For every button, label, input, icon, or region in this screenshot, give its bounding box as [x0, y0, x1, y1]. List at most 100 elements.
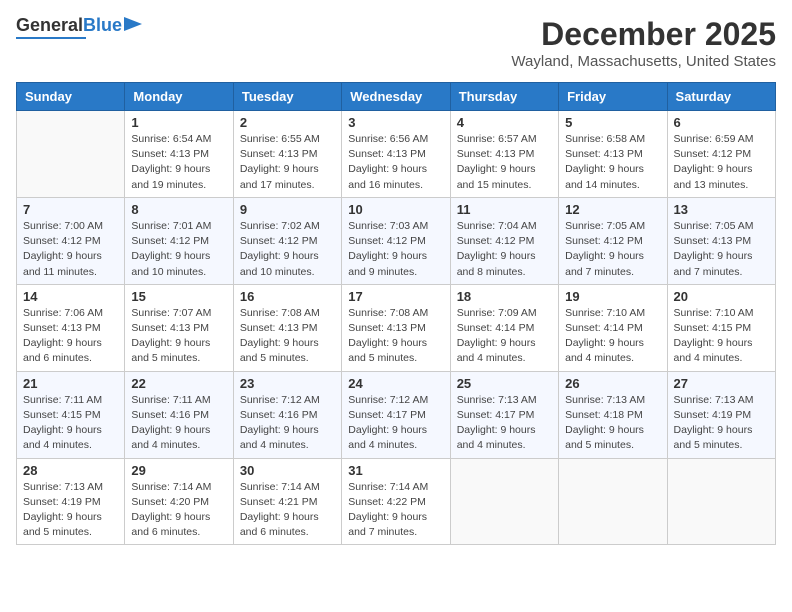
calendar-cell: 16Sunrise: 7:08 AMSunset: 4:13 PMDayligh…	[233, 284, 341, 371]
day-info: Sunrise: 7:05 AMSunset: 4:13 PMDaylight:…	[674, 219, 769, 280]
day-info: Sunrise: 7:01 AMSunset: 4:12 PMDaylight:…	[131, 219, 226, 280]
day-number: 26	[565, 376, 660, 391]
calendar-cell: 30Sunrise: 7:14 AMSunset: 4:21 PMDayligh…	[233, 458, 341, 545]
calendar-cell: 1Sunrise: 6:54 AMSunset: 4:13 PMDaylight…	[125, 111, 233, 198]
day-info: Sunrise: 7:02 AMSunset: 4:12 PMDaylight:…	[240, 219, 335, 280]
day-info: Sunrise: 7:12 AMSunset: 4:16 PMDaylight:…	[240, 393, 335, 454]
day-number: 27	[674, 376, 769, 391]
calendar-cell: 18Sunrise: 7:09 AMSunset: 4:14 PMDayligh…	[450, 284, 558, 371]
weekday-header: Friday	[559, 83, 667, 111]
day-info: Sunrise: 6:56 AMSunset: 4:13 PMDaylight:…	[348, 132, 443, 193]
calendar-header-row: SundayMondayTuesdayWednesdayThursdayFrid…	[17, 83, 776, 111]
calendar-cell: 4 Sunrise: 6:57 AMSunset: 4:13 PMDaylight…	[450, 111, 558, 198]
calendar-cell	[667, 458, 775, 545]
calendar-cell: 25 Sunrise: 7:13 AMSunset: 4:17 PMDayligh…	[450, 371, 558, 458]
day-number: 20	[674, 289, 769, 304]
calendar-cell: 2 Sunrise: 6:55 AMSunset: 4:13 PMDaylight…	[233, 111, 341, 198]
calendar-cell: 8 Sunrise: 7:01 AMSunset: 4:12 PMDaylight…	[125, 197, 233, 284]
day-info: Sunrise: 6:55 AMSunset: 4:13 PMDaylight:…	[240, 132, 335, 193]
day-number: 23	[240, 376, 335, 391]
day-info: Sunrise: 6:57 AMSunset: 4:13 PMDaylight:…	[457, 132, 552, 193]
calendar-cell: 20 Sunrise: 7:10 AMSunset: 4:15 PMDayligh…	[667, 284, 775, 371]
weekday-header: Thursday	[450, 83, 558, 111]
day-info: Sunrise: 7:12 AMSunset: 4:17 PMDaylight:…	[348, 393, 443, 454]
calendar-cell: 3 Sunrise: 6:56 AMSunset: 4:13 PMDaylight…	[342, 111, 450, 198]
calendar-cell: 15Sunrise: 7:07 AMSunset: 4:13 PMDayligh…	[125, 284, 233, 371]
calendar-cell: 10Sunrise: 7:03 AMSunset: 4:12 PMDayligh…	[342, 197, 450, 284]
day-number: 2	[240, 115, 335, 130]
calendar-cell: 24 Sunrise: 7:12 AMSunset: 4:17 PMDayligh…	[342, 371, 450, 458]
day-info: Sunrise: 7:11 AMSunset: 4:16 PMDaylight:…	[131, 393, 226, 454]
day-info: Sunrise: 7:13 AMSunset: 4:19 PMDaylight:…	[23, 480, 118, 541]
day-number: 28	[23, 463, 118, 478]
calendar-cell	[450, 458, 558, 545]
calendar-cell: 13Sunrise: 7:05 AMSunset: 4:13 PMDayligh…	[667, 197, 775, 284]
calendar-cell: 11 Sunrise: 7:04 AMSunset: 4:12 PMDayligh…	[450, 197, 558, 284]
day-info: Sunrise: 7:04 AMSunset: 4:12 PMDaylight:…	[457, 219, 552, 280]
day-number: 31	[348, 463, 443, 478]
day-number: 29	[131, 463, 226, 478]
day-number: 1	[131, 115, 226, 130]
day-info: Sunrise: 7:14 AMSunset: 4:21 PMDaylight:…	[240, 480, 335, 541]
day-number: 3	[348, 115, 443, 130]
day-info: Sunrise: 7:08 AMSunset: 4:13 PMDaylight:…	[348, 306, 443, 367]
day-number: 4	[457, 115, 552, 130]
calendar-cell: 27 Sunrise: 7:13 AMSunset: 4:19 PMDayligh…	[667, 371, 775, 458]
calendar-cell: 21 Sunrise: 7:11 AMSunset: 4:15 PMDayligh…	[17, 371, 125, 458]
calendar-cell: 29 Sunrise: 7:14 AMSunset: 4:20 PMDayligh…	[125, 458, 233, 545]
calendar-cell	[17, 111, 125, 198]
calendar-cell: 5Sunrise: 6:58 AMSunset: 4:13 PMDaylight…	[559, 111, 667, 198]
calendar-cell: 17 Sunrise: 7:08 AMSunset: 4:13 PMDayligh…	[342, 284, 450, 371]
calendar-cell: 31Sunrise: 7:14 AMSunset: 4:22 PMDayligh…	[342, 458, 450, 545]
calendar-week-row: 7 Sunrise: 7:00 AMSunset: 4:12 PMDaylight…	[17, 197, 776, 284]
day-number: 14	[23, 289, 118, 304]
logo-arrow-icon	[124, 15, 142, 33]
day-info: Sunrise: 7:13 AMSunset: 4:17 PMDaylight:…	[457, 393, 552, 454]
day-number: 12	[565, 202, 660, 217]
day-number: 7	[23, 202, 118, 217]
calendar-week-row: 28 Sunrise: 7:13 AMSunset: 4:19 PMDayligh…	[17, 458, 776, 545]
day-number: 24	[348, 376, 443, 391]
day-info: Sunrise: 7:00 AMSunset: 4:12 PMDaylight:…	[23, 219, 118, 280]
day-info: Sunrise: 7:05 AMSunset: 4:12 PMDaylight:…	[565, 219, 660, 280]
calendar-week-row: 1Sunrise: 6:54 AMSunset: 4:13 PMDaylight…	[17, 111, 776, 198]
logo-text: GeneralBlue	[16, 16, 122, 36]
calendar-week-row: 14Sunrise: 7:06 AMSunset: 4:13 PMDayligh…	[17, 284, 776, 371]
day-info: Sunrise: 7:11 AMSunset: 4:15 PMDaylight:…	[23, 393, 118, 454]
calendar-cell: 26 Sunrise: 7:13 AMSunset: 4:18 PMDayligh…	[559, 371, 667, 458]
day-number: 6	[674, 115, 769, 130]
day-number: 8	[131, 202, 226, 217]
day-info: Sunrise: 7:14 AMSunset: 4:20 PMDaylight:…	[131, 480, 226, 541]
day-info: Sunrise: 6:58 AMSunset: 4:13 PMDaylight:…	[565, 132, 660, 193]
day-number: 25	[457, 376, 552, 391]
day-info: Sunrise: 7:13 AMSunset: 4:19 PMDaylight:…	[674, 393, 769, 454]
weekday-header: Tuesday	[233, 83, 341, 111]
day-number: 19	[565, 289, 660, 304]
weekday-header: Wednesday	[342, 83, 450, 111]
weekday-header: Sunday	[17, 83, 125, 111]
weekday-header: Monday	[125, 83, 233, 111]
weekday-header: Saturday	[667, 83, 775, 111]
day-info: Sunrise: 7:09 AMSunset: 4:14 PMDaylight:…	[457, 306, 552, 367]
calendar: SundayMondayTuesdayWednesdayThursdayFrid…	[16, 82, 776, 545]
month-title: December 2025	[511, 16, 776, 53]
day-info: Sunrise: 7:13 AMSunset: 4:18 PMDaylight:…	[565, 393, 660, 454]
day-number: 17	[348, 289, 443, 304]
day-number: 16	[240, 289, 335, 304]
day-number: 22	[131, 376, 226, 391]
day-number: 9	[240, 202, 335, 217]
day-info: Sunrise: 7:03 AMSunset: 4:12 PMDaylight:…	[348, 219, 443, 280]
day-number: 15	[131, 289, 226, 304]
day-number: 21	[23, 376, 118, 391]
day-info: Sunrise: 7:10 AMSunset: 4:15 PMDaylight:…	[674, 306, 769, 367]
logo: GeneralBlue	[16, 16, 142, 39]
calendar-cell	[559, 458, 667, 545]
calendar-cell: 22 Sunrise: 7:11 AMSunset: 4:16 PMDayligh…	[125, 371, 233, 458]
day-info: Sunrise: 6:59 AMSunset: 4:12 PMDaylight:…	[674, 132, 769, 193]
location: Wayland, Massachusetts, United States	[511, 53, 776, 70]
day-number: 11	[457, 202, 552, 217]
calendar-cell: 12 Sunrise: 7:05 AMSunset: 4:12 PMDayligh…	[559, 197, 667, 284]
calendar-cell: 6 Sunrise: 6:59 AMSunset: 4:12 PMDaylight…	[667, 111, 775, 198]
calendar-cell: 19 Sunrise: 7:10 AMSunset: 4:14 PMDayligh…	[559, 284, 667, 371]
day-info: Sunrise: 7:10 AMSunset: 4:14 PMDaylight:…	[565, 306, 660, 367]
